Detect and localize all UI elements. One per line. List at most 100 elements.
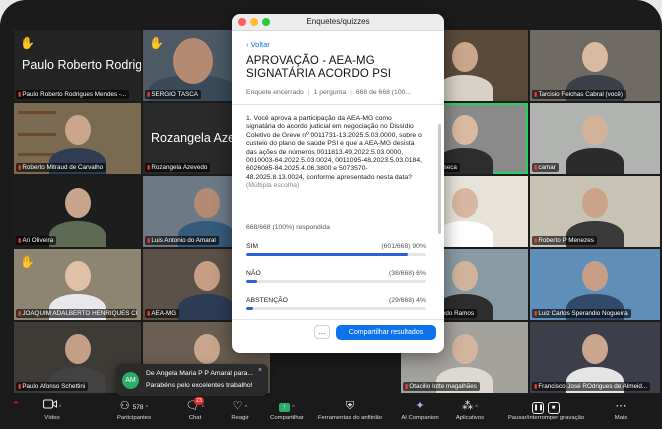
close-icon[interactable]: ×	[258, 367, 262, 374]
result-bar-fill	[246, 253, 408, 256]
participant-tile[interactable]: ▮ Luiz Carlos Sperandio Nogueira	[530, 249, 660, 320]
pause-recording-button[interactable]: ❚❚ ■ Pausar/interromper gravação	[494, 399, 598, 421]
bookshelf	[18, 153, 56, 156]
mic-muted-icon: ▮	[534, 310, 538, 317]
share-results-button[interactable]: Compartilhar resultados	[336, 325, 436, 340]
option-label: NÃO	[246, 270, 261, 277]
participant-tile[interactable]: ✋ ▮ JOAQUIM ADALBERTO HENRIQUES CH...	[14, 249, 141, 320]
chevron-left-icon: ‹	[246, 40, 249, 49]
pause-stop-icon: ❚❚ ■	[494, 399, 598, 414]
poll-question-count: 1 pergunta	[313, 89, 347, 96]
back-label: Voltar	[250, 40, 270, 49]
participant-video	[582, 115, 608, 145]
participants-button[interactable]: ⚇ 578 ^ Participantes	[110, 399, 158, 421]
mic-muted-icon: ▮	[147, 237, 151, 244]
poll-option-result: NÃO (38/668) 6%	[246, 270, 426, 283]
close-window-button[interactable]	[238, 18, 246, 26]
participant-tile[interactable]: ▮ Francisco José ROdrigues de Almeid...	[530, 322, 660, 393]
mic-muted-icon: ▮	[18, 237, 22, 244]
participant-tile[interactable]: ▮ Ari Oliveira	[14, 176, 141, 247]
participant-name: Francisco José ROdrigues de Almeid...	[538, 383, 648, 390]
result-bar	[246, 253, 426, 256]
react-label: Reagir	[231, 415, 249, 421]
participant-video	[64, 115, 91, 145]
participant-video	[48, 221, 107, 247]
mic-muted-icon: ▮	[18, 91, 22, 98]
participant-video	[566, 148, 624, 174]
notification-message: Parabéns pelo excelentes trabalho!	[146, 382, 253, 389]
participants-count: 578	[132, 404, 144, 411]
participant-tile[interactable]: ▮ Tarcisio Feichas Cabral (você)	[530, 30, 660, 101]
video-button[interactable]: ^ Vídeo	[34, 399, 70, 421]
participant-tile[interactable]: ▮ Roberto P Menezes	[530, 176, 660, 247]
participants-icon: ⚇ 578 ^	[119, 400, 149, 412]
participant-name-tag: ▮ Paulo Roberto Rodrigues Mendes -...	[16, 90, 130, 99]
chat-button[interactable]: 🗨 ^ 23 Chat	[180, 397, 210, 421]
participant-tile[interactable]: ▮ camar	[530, 103, 660, 174]
more-options-button[interactable]: ...	[314, 325, 330, 339]
participant-video	[451, 188, 478, 218]
option-label: SIM	[246, 243, 259, 250]
chevron-up-icon: ⌃	[11, 400, 21, 412]
react-button[interactable]: ♡ ^ Reagir	[224, 399, 256, 421]
poll-status: Enquete encerrado	[246, 89, 304, 96]
mic-muted-icon: ▮	[405, 383, 409, 390]
mic-muted-icon: ▮	[147, 164, 151, 171]
chat-label: Chat	[188, 415, 202, 421]
participant-name: Tarcisio Feichas Cabral (você)	[538, 91, 623, 98]
participant-name: Rozangela Azevedo	[151, 164, 208, 171]
participant-display-name: Paulo Roberto Rodrigu...	[22, 58, 141, 72]
minimize-window-button[interactable]	[250, 18, 258, 26]
apps-label: Aplicativos	[455, 415, 485, 421]
participant-video	[582, 261, 608, 291]
poll-question: 1. Você aprova a participação da AEA-MG …	[246, 115, 422, 191]
option-result: (38/668) 6%	[388, 270, 426, 277]
participant-video	[64, 261, 91, 291]
share-screen-icon: ↑ ^	[264, 399, 310, 413]
more-button[interactable]: ⋯ Mais	[606, 399, 636, 421]
zoom-window-button[interactable]	[262, 18, 270, 26]
chat-notification[interactable]: AM De Angela Maria P P Amaral para... Pa…	[116, 364, 268, 396]
ai-companion-button[interactable]: ✦ AI Companion	[396, 399, 444, 421]
question-text: 1. Você aprova a participação da AEA-MG …	[246, 115, 422, 181]
question-hint: (Múltipla escolha)	[246, 182, 300, 190]
mic-muted-icon: ▮	[534, 383, 538, 390]
participants-label: Participantes	[116, 415, 152, 421]
option-result: (29/668) 4%	[388, 297, 426, 304]
scrollbar[interactable]	[438, 124, 441, 234]
mic-muted-icon: ▮	[18, 383, 22, 390]
participant-video	[177, 294, 236, 320]
raised-hand-icon: ✋	[20, 36, 35, 50]
polls-dialog: Enquetes/quizzes ‹ Voltar APROVAÇÃO - AE…	[232, 14, 444, 353]
mic-muted-icon: ▮	[534, 91, 538, 98]
participant-tile[interactable]: ▮ Roberto Mitraud de Carvalho	[14, 103, 141, 174]
avatar: AM	[122, 372, 139, 389]
participant-video	[435, 75, 494, 101]
participant-name-tag: ▮ JOAQUIM ADALBERTO HENRIQUES CH...	[16, 309, 137, 318]
meeting-toolbar: ⌃ ^ Vídeo ⚇ 578 ^ Participantes 🗨 ^ 23 Cha…	[0, 396, 662, 429]
audio-caret[interactable]: ⌃	[8, 399, 24, 413]
more-icon: ⋯	[615, 400, 627, 412]
participant-name: Paulo Afonso Schettini	[22, 383, 86, 390]
mic-muted-icon: ▮	[147, 91, 151, 98]
chat-badge: 23	[194, 397, 205, 405]
sparkle-icon: ✦	[415, 400, 425, 412]
participant-video	[451, 334, 478, 364]
participant-tile[interactable]: Paulo Roberto Rodrigu... ✋ ▮Paulo Roberto …	[14, 30, 141, 101]
back-link[interactable]: ‹ Voltar	[246, 40, 270, 49]
dialog-titlebar: Enquetes/quizzes	[232, 14, 444, 31]
share-screen-button[interactable]: ↑ ^ Compartilhar	[264, 399, 310, 421]
mic-muted-icon: ▮	[147, 310, 151, 317]
apps-button[interactable]: ⁂ ^ Aplicativos	[450, 399, 490, 421]
option-result: (601/668) 90%	[381, 243, 426, 250]
mic-muted-icon: ▮	[18, 310, 22, 317]
mic-muted-icon: ▮	[534, 237, 538, 244]
divider	[232, 319, 444, 320]
pause-label: Pausar/interromper gravação	[507, 415, 585, 421]
mic-muted-icon: ▮	[534, 164, 538, 171]
host-tools-button[interactable]: ⛨ Ferramentas do anfitrião	[310, 399, 390, 421]
participant-name: Roberto P Menezes	[538, 237, 594, 244]
participant-name-tag: ▮ Roberto Mitraud de Carvalho	[16, 163, 107, 172]
poll-response-count: 668 de 668 (100...	[355, 89, 412, 96]
option-label: ABSTENÇÃO	[246, 297, 288, 304]
